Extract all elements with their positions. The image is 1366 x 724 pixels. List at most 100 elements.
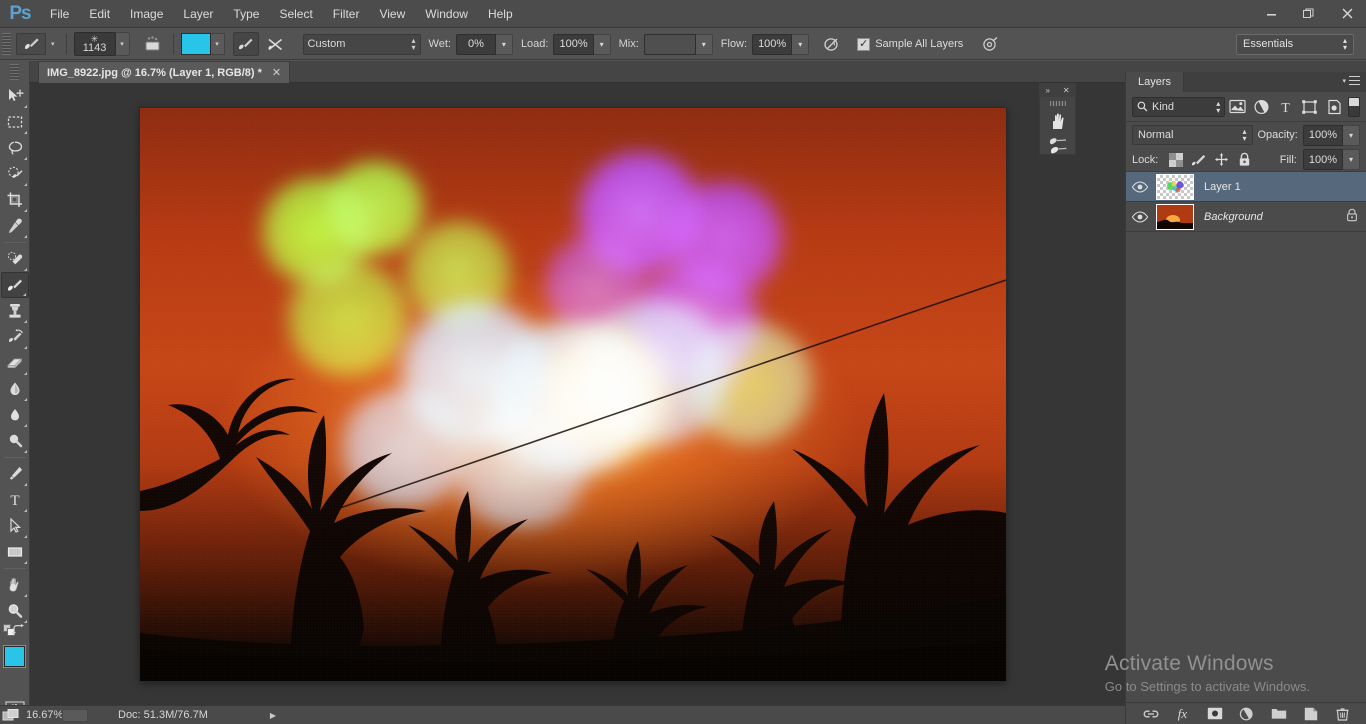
type-layer-filter-icon[interactable]: T [1274, 96, 1298, 118]
lock-transparent-pixels-icon[interactable] [1164, 150, 1187, 170]
wet-field[interactable]: 0% [456, 34, 496, 55]
fill-field[interactable]: 100% [1303, 149, 1343, 170]
rectangular-marquee-tool[interactable] [1, 109, 29, 135]
lock-position-icon[interactable] [1210, 150, 1233, 170]
add-layer-mask-icon[interactable] [1206, 705, 1224, 723]
opacity-chevron-down-icon[interactable]: ▾ [1343, 125, 1360, 146]
menu-filter[interactable]: Filter [323, 0, 370, 28]
tablet-pressure-button[interactable] [977, 32, 1003, 56]
flow-field[interactable]: 100% [752, 34, 792, 55]
brush-color-chevron-down-icon[interactable]: ▾ [211, 33, 225, 55]
status-expand-arrow-icon[interactable]: ▶ [270, 711, 276, 720]
menu-image[interactable]: Image [120, 0, 173, 28]
table-row[interactable]: Layer 1 [1126, 172, 1366, 202]
lock-all-icon[interactable] [1233, 150, 1256, 170]
menu-help[interactable]: Help [478, 0, 523, 28]
pixel-layer-filter-icon[interactable] [1225, 96, 1249, 118]
eyedropper-tool[interactable] [1, 213, 29, 239]
options-bar-grip[interactable] [2, 33, 11, 55]
foreground-color-swatch[interactable] [4, 646, 25, 667]
lasso-tool[interactable] [1, 135, 29, 161]
swap-colors-icon[interactable] [12, 624, 26, 641]
brush-size-stepper[interactable]: ▾ [116, 32, 130, 56]
fill-chevron-down-icon[interactable]: ▾ [1343, 149, 1360, 170]
layer-thumbnail[interactable] [1156, 174, 1194, 200]
menu-type[interactable]: Type [223, 0, 269, 28]
brush-combination-preset-combo[interactable]: Custom ▴▾ [303, 34, 421, 55]
brush-panel-icon[interactable] [1040, 133, 1075, 157]
hand-tool[interactable] [1, 572, 29, 598]
document-tab[interactable]: IMG_8922.jpg @ 16.7% (Layer 1, RGB/8) * … [38, 61, 290, 83]
adjustment-layer-filter-icon[interactable] [1249, 96, 1273, 118]
link-layers-icon[interactable] [1142, 705, 1160, 723]
layer-visibility-toggle[interactable] [1126, 172, 1154, 202]
wet-chevron-down-icon[interactable]: ▾ [496, 34, 513, 55]
rectangle-tool[interactable] [1, 539, 29, 565]
canvas-area[interactable]: » ✕ [30, 83, 1125, 705]
dodge-tool[interactable] [1, 428, 29, 454]
menu-window[interactable]: Window [415, 0, 478, 28]
menu-select[interactable]: Select [269, 0, 322, 28]
brush-presets-icon[interactable] [1040, 109, 1075, 133]
menu-layer[interactable]: Layer [173, 0, 223, 28]
workspace-switcher[interactable]: Essentials ▴▾ [1236, 34, 1354, 55]
menu-file[interactable]: File [40, 0, 79, 28]
history-brush-tool[interactable] [1, 324, 29, 350]
minimize-button[interactable] [1252, 0, 1290, 26]
spot-healing-brush-tool[interactable] [1, 246, 29, 272]
tool-preset-chevron-down-icon[interactable]: ▾ [51, 40, 55, 48]
eraser-tool[interactable] [1, 350, 29, 376]
crop-tool[interactable] [1, 187, 29, 213]
brush-float-panel-collapse-icon[interactable]: » [1045, 86, 1049, 95]
mixer-brush-tool[interactable] [1, 272, 29, 298]
add-layer-style-icon[interactable]: fx [1174, 705, 1192, 723]
brush-size-field[interactable]: ✳ 1143 [74, 32, 116, 56]
tools-panel-grip[interactable] [10, 64, 19, 80]
document-canvas[interactable] [140, 108, 1006, 681]
type-tool[interactable]: T [1, 487, 29, 513]
panel-menu-icon[interactable]: ▾ [1342, 76, 1360, 85]
load-after-stroke-button[interactable] [263, 32, 289, 56]
layer-visibility-toggle[interactable] [1126, 202, 1154, 232]
clean-brush-button[interactable] [233, 32, 259, 56]
quick-selection-tool[interactable] [1, 161, 29, 187]
menu-view[interactable]: View [369, 0, 415, 28]
close-button[interactable] [1328, 0, 1366, 26]
brush-load-settings-button[interactable] [140, 32, 166, 56]
flow-chevron-down-icon[interactable]: ▾ [792, 34, 809, 55]
load-chevron-down-icon[interactable]: ▾ [594, 34, 611, 55]
new-group-icon[interactable] [1270, 705, 1288, 723]
table-row[interactable]: Background [1126, 202, 1366, 232]
layer-filter-kind-combo[interactable]: Kind ▴▾ [1132, 97, 1225, 117]
airbrush-button[interactable] [819, 32, 845, 56]
blend-mode-combo[interactable]: Normal ▴▾ [1132, 125, 1253, 145]
filter-toggle-switch[interactable] [1348, 97, 1360, 117]
pen-tool[interactable] [1, 461, 29, 487]
blur-tool[interactable] [1, 402, 29, 428]
mix-field[interactable] [644, 34, 696, 55]
smart-object-filter-icon[interactable] [1322, 96, 1346, 118]
path-selection-tool[interactable] [1, 513, 29, 539]
menu-edit[interactable]: Edit [79, 0, 120, 28]
brush-float-panel-close-icon[interactable]: ✕ [1063, 86, 1070, 95]
new-layer-icon[interactable] [1302, 705, 1320, 723]
gradient-tool[interactable] [1, 376, 29, 402]
delete-layer-icon[interactable] [1334, 705, 1352, 723]
load-field[interactable]: 100% [553, 34, 593, 55]
lock-image-pixels-icon[interactable] [1187, 150, 1210, 170]
clone-stamp-tool[interactable] [1, 298, 29, 324]
shape-layer-filter-icon[interactable] [1298, 96, 1322, 118]
layer-thumbnail[interactable] [1156, 204, 1194, 230]
tab-layers[interactable]: Layers [1126, 72, 1184, 92]
new-adjustment-layer-icon[interactable] [1238, 705, 1256, 723]
brush-float-panel-grip[interactable] [1050, 101, 1066, 106]
status-preview-icon[interactable] [62, 709, 88, 722]
brush-color-swatch[interactable] [181, 33, 211, 55]
restore-button[interactable] [1290, 0, 1328, 26]
zoom-tool[interactable] [1, 598, 29, 624]
mix-chevron-down-icon[interactable]: ▾ [696, 34, 713, 55]
move-tool[interactable] [1, 83, 29, 109]
status-screen-mode-icon[interactable] [0, 706, 22, 724]
document-tab-close-icon[interactable]: ✕ [272, 66, 281, 79]
opacity-field[interactable]: 100% [1303, 125, 1343, 146]
